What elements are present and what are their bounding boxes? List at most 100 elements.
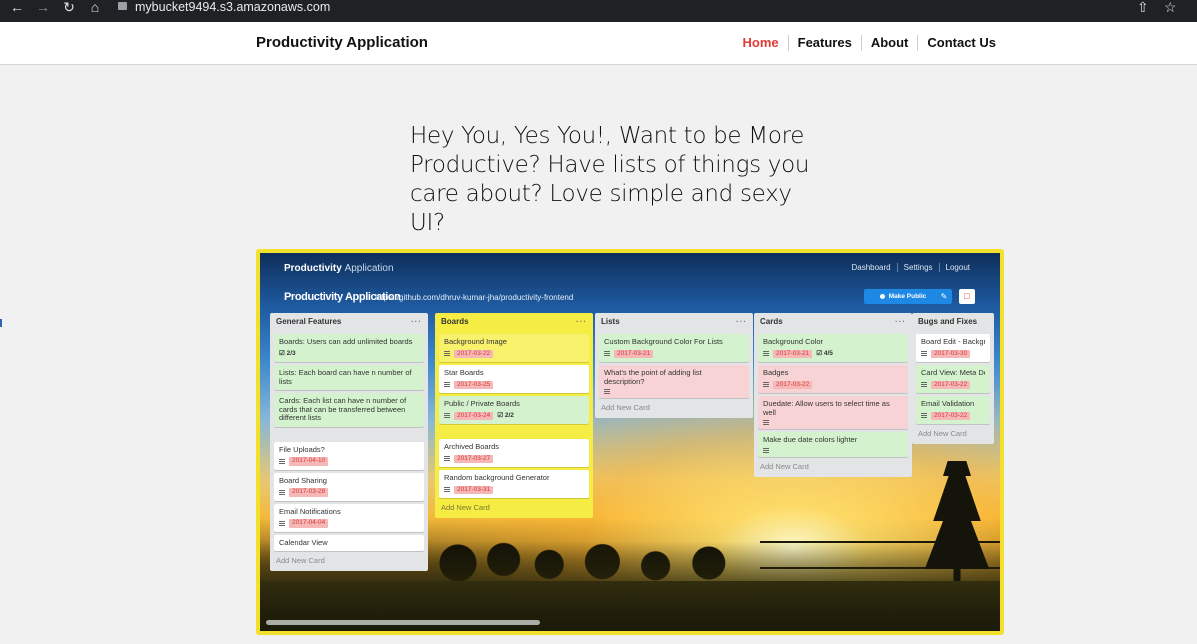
list-card[interactable]: Card View: Meta De 2017-03-22: [916, 365, 990, 393]
due-date-badge: 2017-03-25: [454, 380, 494, 389]
nav-contact[interactable]: Contact Us: [917, 35, 1005, 51]
add-card-link[interactable]: Add New Card: [599, 403, 749, 412]
add-card-link[interactable]: Add New Card: [916, 429, 990, 438]
list-menu-icon[interactable]: ···: [411, 317, 422, 331]
main-nav: Home Features About Contact Us: [734, 35, 1006, 51]
card-meta: 2017-04-04: [279, 519, 419, 528]
list-title: Bugs and Fixes: [918, 317, 978, 326]
card-title: Random background Generator: [444, 473, 550, 482]
description-icon: [763, 420, 769, 425]
home-icon[interactable]: ⌂: [86, 0, 104, 18]
nav-home[interactable]: Home: [734, 35, 788, 51]
list-card[interactable]: Background Color 2017-03-21 ☑ 4/5: [758, 334, 908, 362]
description-icon: [604, 351, 610, 357]
due-date-badge: 2017-03-22: [773, 380, 813, 389]
delete-board-button[interactable]: □: [959, 289, 975, 304]
preview-nav-settings[interactable]: Settings: [896, 263, 939, 272]
description-icon: [279, 520, 285, 526]
card-title: Background Image: [444, 337, 507, 346]
reload-icon[interactable]: ↻: [60, 0, 78, 18]
list-card[interactable]: Email Validation 2017-03-22: [916, 396, 990, 424]
list-card[interactable]: Board Sharing 2017-03-28: [274, 472, 424, 501]
preview-nav-dashboard[interactable]: Dashboard: [845, 263, 896, 272]
address-bar[interactable]: mybucket9494.s3.amazonaws.com: [118, 0, 1128, 16]
card-meta: 2017-03-27: [444, 454, 584, 463]
list-card[interactable]: Duedate: Allow users to select time as w…: [758, 396, 908, 429]
list-menu-icon[interactable]: ···: [895, 317, 906, 331]
back-icon[interactable]: ←: [8, 0, 26, 18]
list-card[interactable]: Archived Boards 2017-03-27: [439, 439, 589, 467]
url-text: mybucket9494.s3.amazonaws.com: [135, 0, 331, 14]
share-icon[interactable]: ⇧: [1137, 0, 1149, 14]
description-icon: [763, 382, 769, 388]
list-card[interactable]: Calendar View: [274, 534, 424, 551]
list-menu-icon[interactable]: ···: [736, 317, 747, 331]
nav-about[interactable]: About: [860, 35, 918, 51]
site-brand[interactable]: Productivity Application: [256, 34, 428, 51]
card-meta: 2017-03-30: [921, 349, 985, 358]
preview-nav-logout[interactable]: Logout: [938, 263, 976, 272]
card-meta: 2017-03-25: [444, 380, 584, 389]
card-meta: 2017-04-10: [279, 457, 419, 466]
list-header: Boards ···: [439, 317, 589, 331]
edit-board-button[interactable]: ✎: [936, 289, 952, 304]
list-card[interactable]: Public / Private Boards 2017-03-24 ☑ 2/2: [439, 396, 589, 424]
browser-toolbar: ← → ↻ ⌂ mybucket9494.s3.amazonaws.com ⇧ …: [0, 0, 1197, 22]
preview-brand-light: Application: [344, 263, 394, 274]
add-card-link[interactable]: Add New Card: [439, 503, 589, 512]
card-meta: [763, 447, 903, 453]
list-card[interactable]: Star Boards 2017-03-25: [439, 365, 589, 393]
card-title: Board Sharing: [279, 475, 327, 485]
star-icon[interactable]: ☆: [1164, 0, 1177, 14]
nav-features[interactable]: Features: [787, 35, 861, 51]
checklist-badge: ☑ 2/3: [279, 349, 296, 357]
card-title: Make due date colors lighter: [763, 435, 858, 444]
add-card-link[interactable]: Add New Card: [274, 556, 424, 565]
description-icon: [444, 351, 450, 357]
list-card[interactable]: Cards: Each list can have n number of ca…: [274, 393, 424, 427]
board-scrollbar[interactable]: [266, 620, 540, 625]
list-card[interactable]: Badges 2017-03-22: [758, 365, 908, 393]
list-card[interactable]: Random background Generator 2017-03-31: [439, 470, 589, 498]
card-title: What's the point of adding list descript…: [604, 368, 702, 386]
card-meta: 2017-03-22: [921, 411, 985, 420]
list-card[interactable]: Custom Background Color For Lists 2017-03…: [599, 334, 749, 362]
list-card[interactable]: Background Image 2017-03-22: [439, 334, 589, 362]
description-icon: [763, 351, 769, 357]
list-card[interactable]: What's the point of adding list descript…: [599, 365, 749, 398]
description-icon: [921, 413, 927, 419]
description-icon: [921, 351, 927, 357]
list-card[interactable]: Boards: Users can add unlimited boards ☑ …: [274, 334, 424, 362]
preview-board-url[interactable]: https://github.com/dhruv-kumar-jha/produ…: [375, 293, 573, 302]
card-meta: 2017-03-22: [921, 380, 985, 389]
make-public-button[interactable]: Make Public: [864, 289, 942, 304]
list-menu-icon[interactable]: ···: [576, 317, 587, 331]
list-title: General Features: [276, 317, 342, 326]
card-title: Card View: Meta De: [921, 369, 985, 377]
list-title: Cards: [760, 317, 783, 326]
description-icon: [763, 447, 769, 453]
forward-icon[interactable]: →: [34, 0, 52, 18]
card-meta: 2017-03-21 ☑ 4/5: [763, 349, 903, 358]
card-title: Board Edit - Background Warning: [921, 338, 985, 346]
description-icon: [444, 487, 450, 493]
due-date-badge: 2017-03-27: [454, 454, 494, 463]
description-icon: [604, 389, 610, 394]
list-card[interactable]: Board Edit - Background Warning 2017-03-3…: [916, 334, 990, 362]
list-card[interactable]: File Uploads? 2017-04-10: [274, 441, 424, 470]
card-meta: 2017-03-24 ☑ 2/2: [444, 411, 584, 420]
trash-icon: □: [964, 291, 970, 301]
card-title: Lists: Each board can have n number of l…: [279, 368, 412, 386]
list-card[interactable]: Email Notifications 2017-04-04: [274, 503, 424, 532]
card-title: Duedate: Allow users to select time as w…: [763, 399, 890, 417]
hero-headline: Hey You, Yes You!, Want to be More Produ…: [410, 123, 810, 236]
due-date-badge: 2017-03-28: [289, 488, 329, 497]
description-icon: [921, 382, 927, 388]
add-card-link[interactable]: Add New Card: [758, 462, 908, 471]
list-card[interactable]: Lists: Each board can have n number of l…: [274, 365, 424, 390]
card-meta: [763, 420, 903, 425]
card-title: File Uploads?: [279, 444, 325, 454]
list-card[interactable]: Make due date colors lighter: [758, 432, 908, 457]
card-meta: 2017-03-21: [604, 349, 744, 358]
list-header: Bugs and Fixes: [916, 317, 990, 331]
